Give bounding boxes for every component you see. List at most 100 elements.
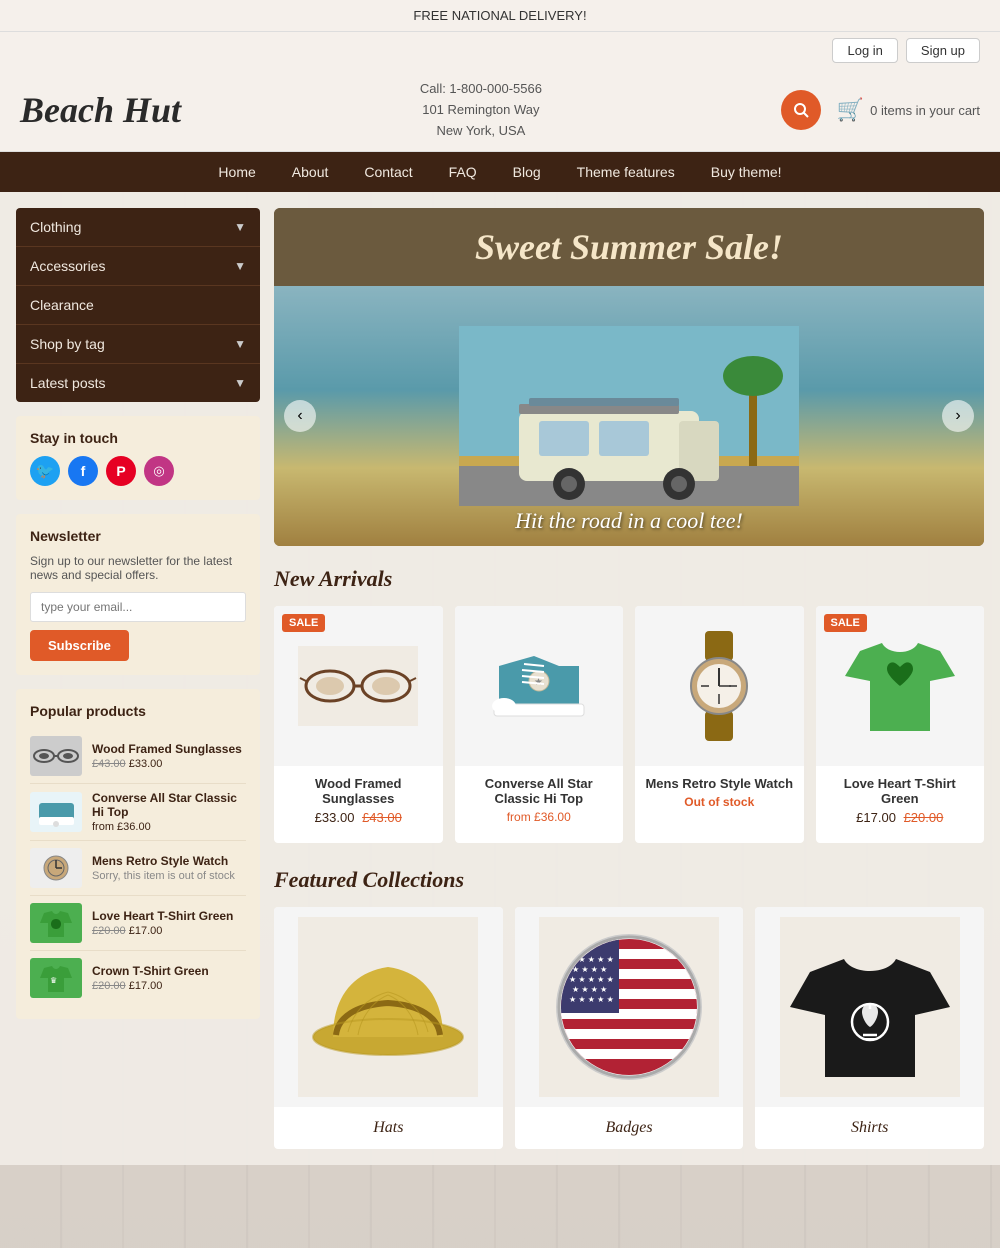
nav-contact[interactable]: Contact [346, 152, 430, 192]
sidebar-item-accessories[interactable]: Accessories ▼ [16, 247, 260, 286]
sidebar-item-clearance[interactable]: Clearance [16, 286, 260, 325]
svg-text:★ ★ ★ ★ ★: ★ ★ ★ ★ ★ [569, 995, 614, 1004]
sidebar-menu: Clothing ▼ Accessories ▼ Clearance Shop … [16, 208, 260, 402]
sidebar-item-clothing[interactable]: Clothing ▼ [16, 208, 260, 247]
stay-in-touch-box: Stay in touch 🐦 f P ◎ [16, 416, 260, 500]
featured-image-badges: ★ ★ ★ ★ ★ ★ ★ ★ ★ ★ ★ ★ ★ ★ ★ ★ ★ ★ ★ ★ … [515, 907, 744, 1107]
sale-badge: SALE [824, 614, 867, 632]
stay-in-touch-title: Stay in touch [30, 430, 246, 446]
featured-label-hats: Hats [274, 1107, 503, 1149]
nav-blog[interactable]: Blog [495, 152, 559, 192]
product-name: Wood Framed Sunglasses [282, 776, 435, 806]
featured-card-hats[interactable]: Hats [274, 907, 503, 1149]
main-layout: Clothing ▼ Accessories ▼ Clearance Shop … [0, 192, 1000, 1165]
chevron-down-icon: ▼ [234, 376, 246, 390]
chevron-down-icon: ▼ [234, 259, 246, 273]
header: Beach Hut Call: 1-800-000-5566 101 Remin… [0, 69, 1000, 152]
newsletter-box: Newsletter Sign up to our newsletter for… [16, 514, 260, 675]
contact-info: Call: 1-800-000-5566 101 Remington Way N… [201, 79, 761, 141]
login-button[interactable]: Log in [832, 38, 897, 63]
list-item[interactable]: ♛ Crown T-Shirt Green £20.00 £17.00 [30, 951, 246, 1005]
product-old-price: £20.00 [904, 810, 944, 825]
featured-card-shirts[interactable]: Shirts [755, 907, 984, 1149]
banner-prev-button[interactable]: ‹ [284, 400, 316, 432]
cart-icon: 🛒 [837, 97, 864, 123]
featured-collections-grid: Hats [274, 907, 984, 1149]
top-bar: FREE NATIONAL DELIVERY! [0, 0, 1000, 32]
list-item[interactable]: Converse All Star Classic Hi Top from £3… [30, 784, 246, 841]
featured-label-badges: Badges [515, 1107, 744, 1149]
pinterest-icon[interactable]: P [106, 456, 136, 486]
chevron-down-icon: ▼ [234, 220, 246, 234]
banner-next-button[interactable]: › [942, 400, 974, 432]
nav-about[interactable]: About [274, 152, 347, 192]
new-arrivals-title: New Arrivals [274, 566, 984, 592]
signup-button[interactable]: Sign up [906, 38, 980, 63]
featured-image-shirts [755, 907, 984, 1107]
product-card[interactable]: ★ Converse All Star Classic Hi Top from … [455, 606, 624, 843]
featured-collections-title: Featured Collections [274, 867, 984, 893]
sidebar: Clothing ▼ Accessories ▼ Clearance Shop … [16, 208, 260, 1033]
product-thumbnail [30, 736, 82, 776]
search-button[interactable] [781, 90, 821, 130]
product-thumbnail: ♛ [30, 958, 82, 998]
twitter-icon[interactable]: 🐦 [30, 456, 60, 486]
product-name: Love Heart T-Shirt Green [824, 776, 977, 806]
product-old-price: £43.00 [362, 810, 402, 825]
product-thumbnail [30, 903, 82, 943]
products-grid: SALE Wood Framed Sunglasses [274, 606, 984, 843]
list-item[interactable]: Mens Retro Style Watch Sorry, this item … [30, 841, 246, 896]
product-card[interactable]: SALE Love Heart T-Shirt Green £17.00 £20… [816, 606, 985, 843]
featured-label-shirts: Shirts [755, 1107, 984, 1149]
hero-banner: Sweet Summer Sale! [274, 208, 984, 546]
logo[interactable]: Beach Hut [20, 89, 181, 131]
top-bar-message: FREE NATIONAL DELIVERY! [413, 8, 586, 23]
newsletter-input[interactable] [30, 592, 246, 622]
list-item[interactable]: Love Heart T-Shirt Green £20.00 £17.00 [30, 896, 246, 951]
cart-widget[interactable]: 🛒 0 items in your cart [837, 97, 980, 123]
nav-home[interactable]: Home [200, 152, 273, 192]
list-item[interactable]: Wood Framed Sunglasses £43.00 £33.00 [30, 729, 246, 784]
product-thumbnail [30, 792, 82, 832]
instagram-icon[interactable]: ◎ [144, 456, 174, 486]
product-oos-label: Out of stock [643, 795, 796, 809]
product-price: £17.00 [856, 810, 896, 825]
sidebar-item-shop-by-tag[interactable]: Shop by tag ▼ [16, 325, 260, 364]
subscribe-button[interactable]: Subscribe [30, 630, 129, 661]
van-illustration [459, 326, 799, 506]
product-thumbnail [30, 848, 82, 888]
banner-caption: Hit the road in a cool tee! [515, 508, 743, 534]
product-price: £33.00 [315, 810, 355, 825]
cart-info: 0 items in your cart [870, 103, 980, 118]
product-name: Converse All Star Classic Hi Top [463, 776, 616, 806]
auth-bar: Log in Sign up [0, 32, 1000, 69]
svg-text:♛: ♛ [50, 976, 57, 985]
facebook-icon[interactable]: f [68, 456, 98, 486]
newsletter-title: Newsletter [30, 528, 246, 544]
nav-theme-features[interactable]: Theme features [559, 152, 693, 192]
nav-buy-theme[interactable]: Buy theme! [693, 152, 800, 192]
svg-text:★ ★ ★ ★ ★: ★ ★ ★ ★ ★ [569, 975, 614, 984]
chevron-down-icon: ▼ [234, 337, 246, 351]
nav-faq[interactable]: FAQ [431, 152, 495, 192]
product-name: Mens Retro Style Watch [643, 776, 796, 791]
social-icons: 🐦 f P ◎ [30, 456, 246, 486]
product-card[interactable]: Mens Retro Style Watch Out of stock [635, 606, 804, 843]
banner-image: ‹ › Hit the road in a cool tee! [274, 286, 984, 546]
cart-count: 0 [870, 103, 877, 118]
address1: 101 Remington Way [201, 100, 761, 121]
svg-text:★ ★ ★ ★: ★ ★ ★ ★ [572, 965, 607, 974]
banner-title: Sweet Summer Sale! [274, 208, 984, 286]
featured-image-hats [274, 907, 503, 1107]
phone: Call: 1-800-000-5566 [201, 79, 761, 100]
product-image [635, 606, 804, 766]
featured-card-badges[interactable]: ★ ★ ★ ★ ★ ★ ★ ★ ★ ★ ★ ★ ★ ★ ★ ★ ★ ★ ★ ★ … [515, 907, 744, 1149]
search-icon [793, 102, 809, 118]
header-right: 🛒 0 items in your cart [781, 90, 980, 130]
popular-products-box: Popular products Wood Framed Sunglasses … [16, 689, 260, 1019]
product-image: ★ [455, 606, 624, 766]
sidebar-item-latest-posts[interactable]: Latest posts ▼ [16, 364, 260, 402]
popular-products-title: Popular products [30, 703, 246, 719]
sale-badge: SALE [282, 614, 325, 632]
product-card[interactable]: SALE Wood Framed Sunglasses [274, 606, 443, 843]
